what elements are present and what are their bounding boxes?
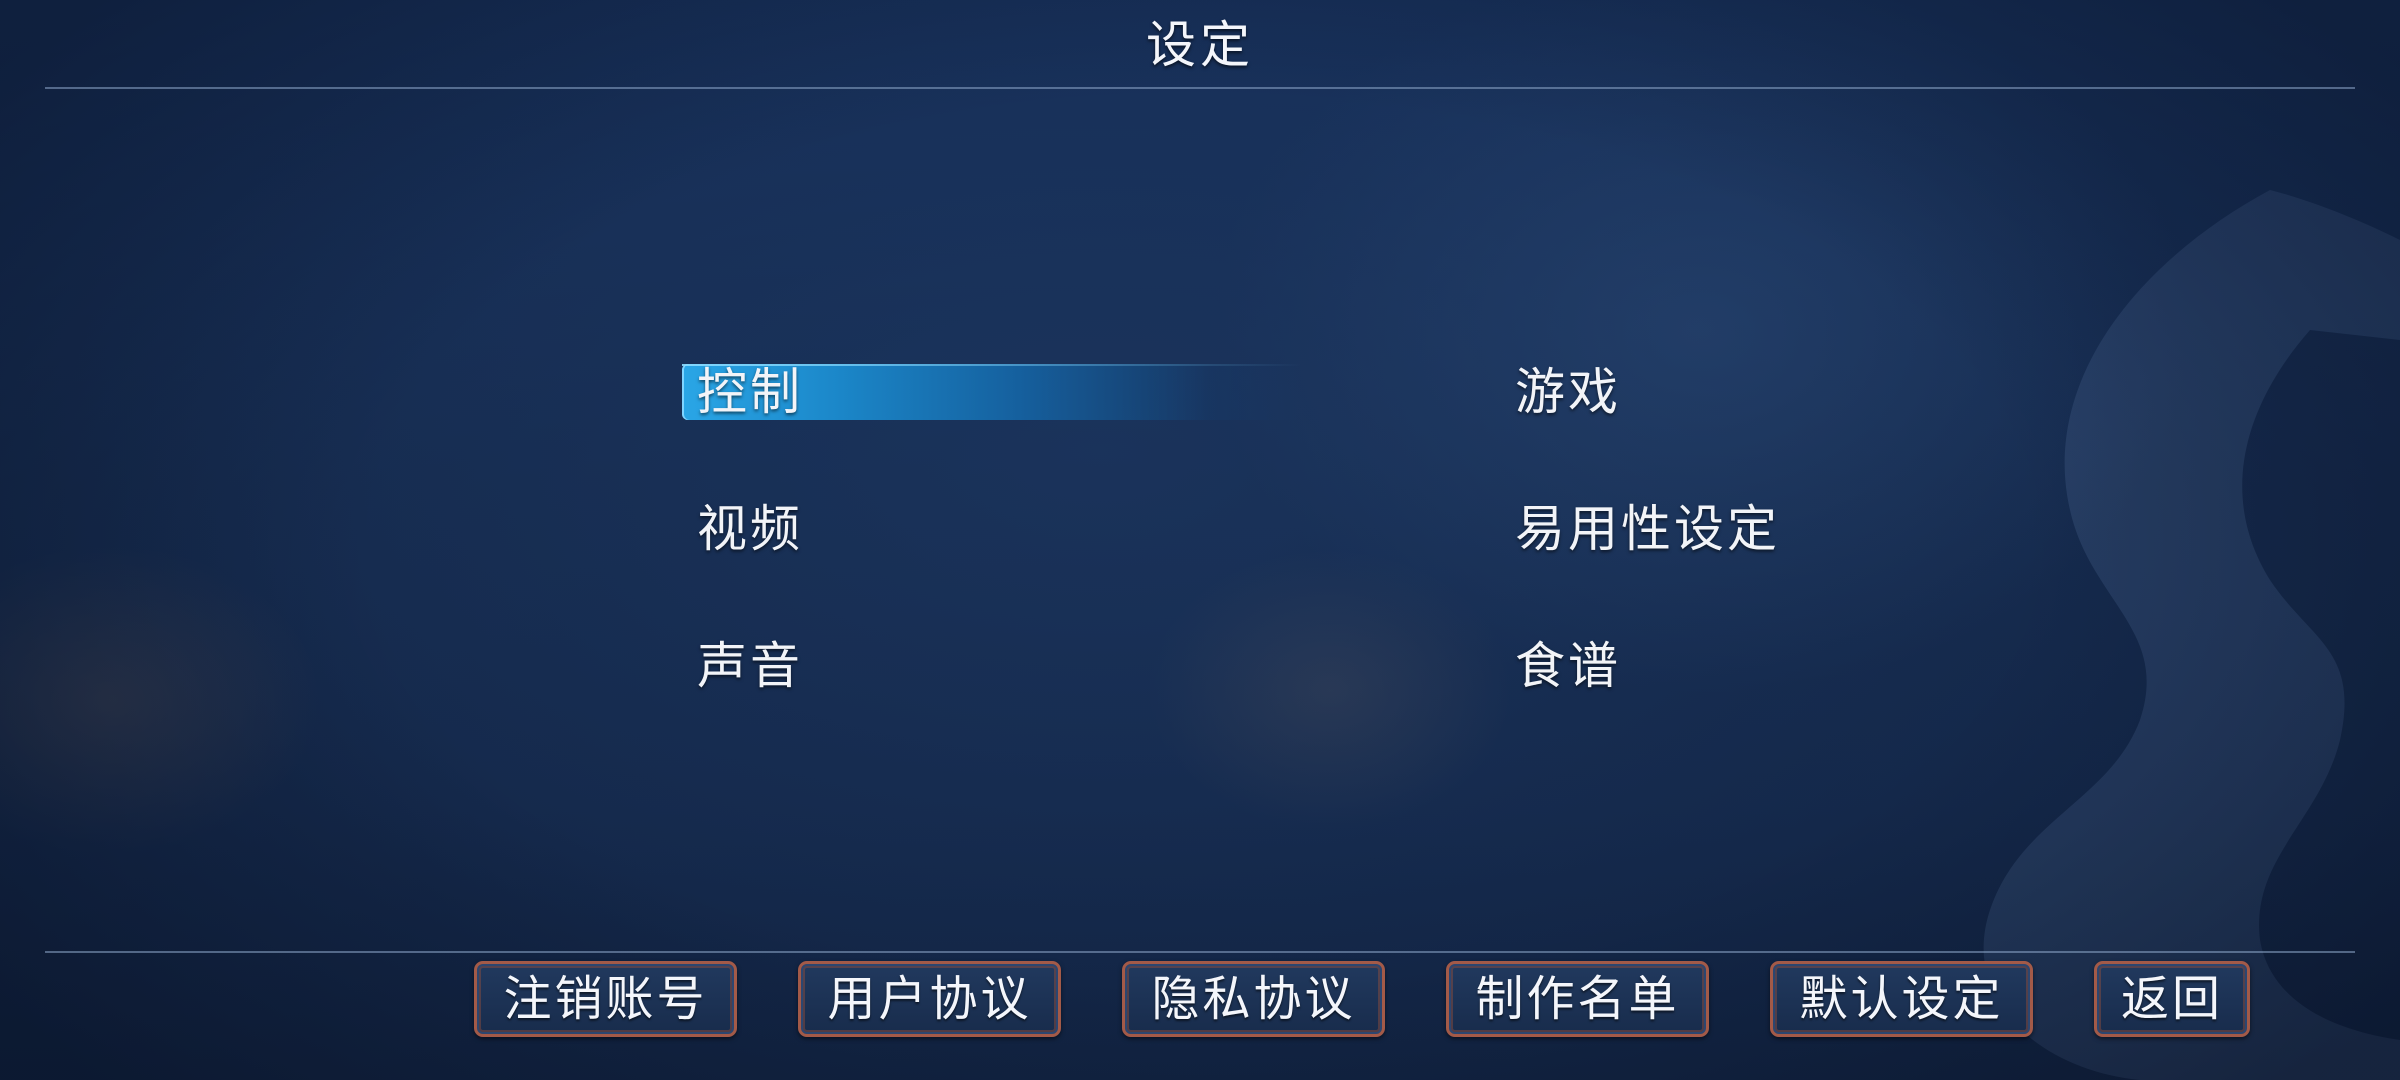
credits-button[interactable]: 制作名单 [1446, 961, 1709, 1037]
menu-item-sound[interactable]: 声音 [697, 637, 803, 695]
back-button[interactable]: 返回 [2094, 961, 2250, 1037]
user-agreement-button[interactable]: 用户协议 [798, 961, 1061, 1037]
vignette-overlay [0, 0, 2400, 1080]
menu-item-label: 声音 [697, 637, 803, 695]
menu-item-controls[interactable]: 控制 [682, 363, 1302, 421]
menu-item-label: 控制 [697, 363, 803, 421]
menu-item-accessibility[interactable]: 易用性设定 [1515, 500, 1780, 558]
restore-defaults-button[interactable]: 默认设定 [1770, 961, 2033, 1037]
menu-item-video[interactable]: 视频 [697, 500, 803, 558]
menu-item-label: 易用性设定 [1515, 500, 1780, 558]
menu-item-recipes[interactable]: 食谱 [1515, 637, 1621, 695]
footer-divider [45, 951, 2355, 953]
menu-item-label: 食谱 [1515, 637, 1621, 695]
page-title: 设定 [1146, 16, 1254, 74]
logout-account-button[interactable]: 注销账号 [474, 961, 737, 1037]
header-divider [45, 87, 2355, 89]
menu-item-game[interactable]: 游戏 [1515, 363, 1621, 421]
menu-item-label: 游戏 [1515, 363, 1621, 421]
privacy-policy-button[interactable]: 隐私协议 [1122, 961, 1385, 1037]
menu-item-label: 视频 [697, 500, 803, 558]
